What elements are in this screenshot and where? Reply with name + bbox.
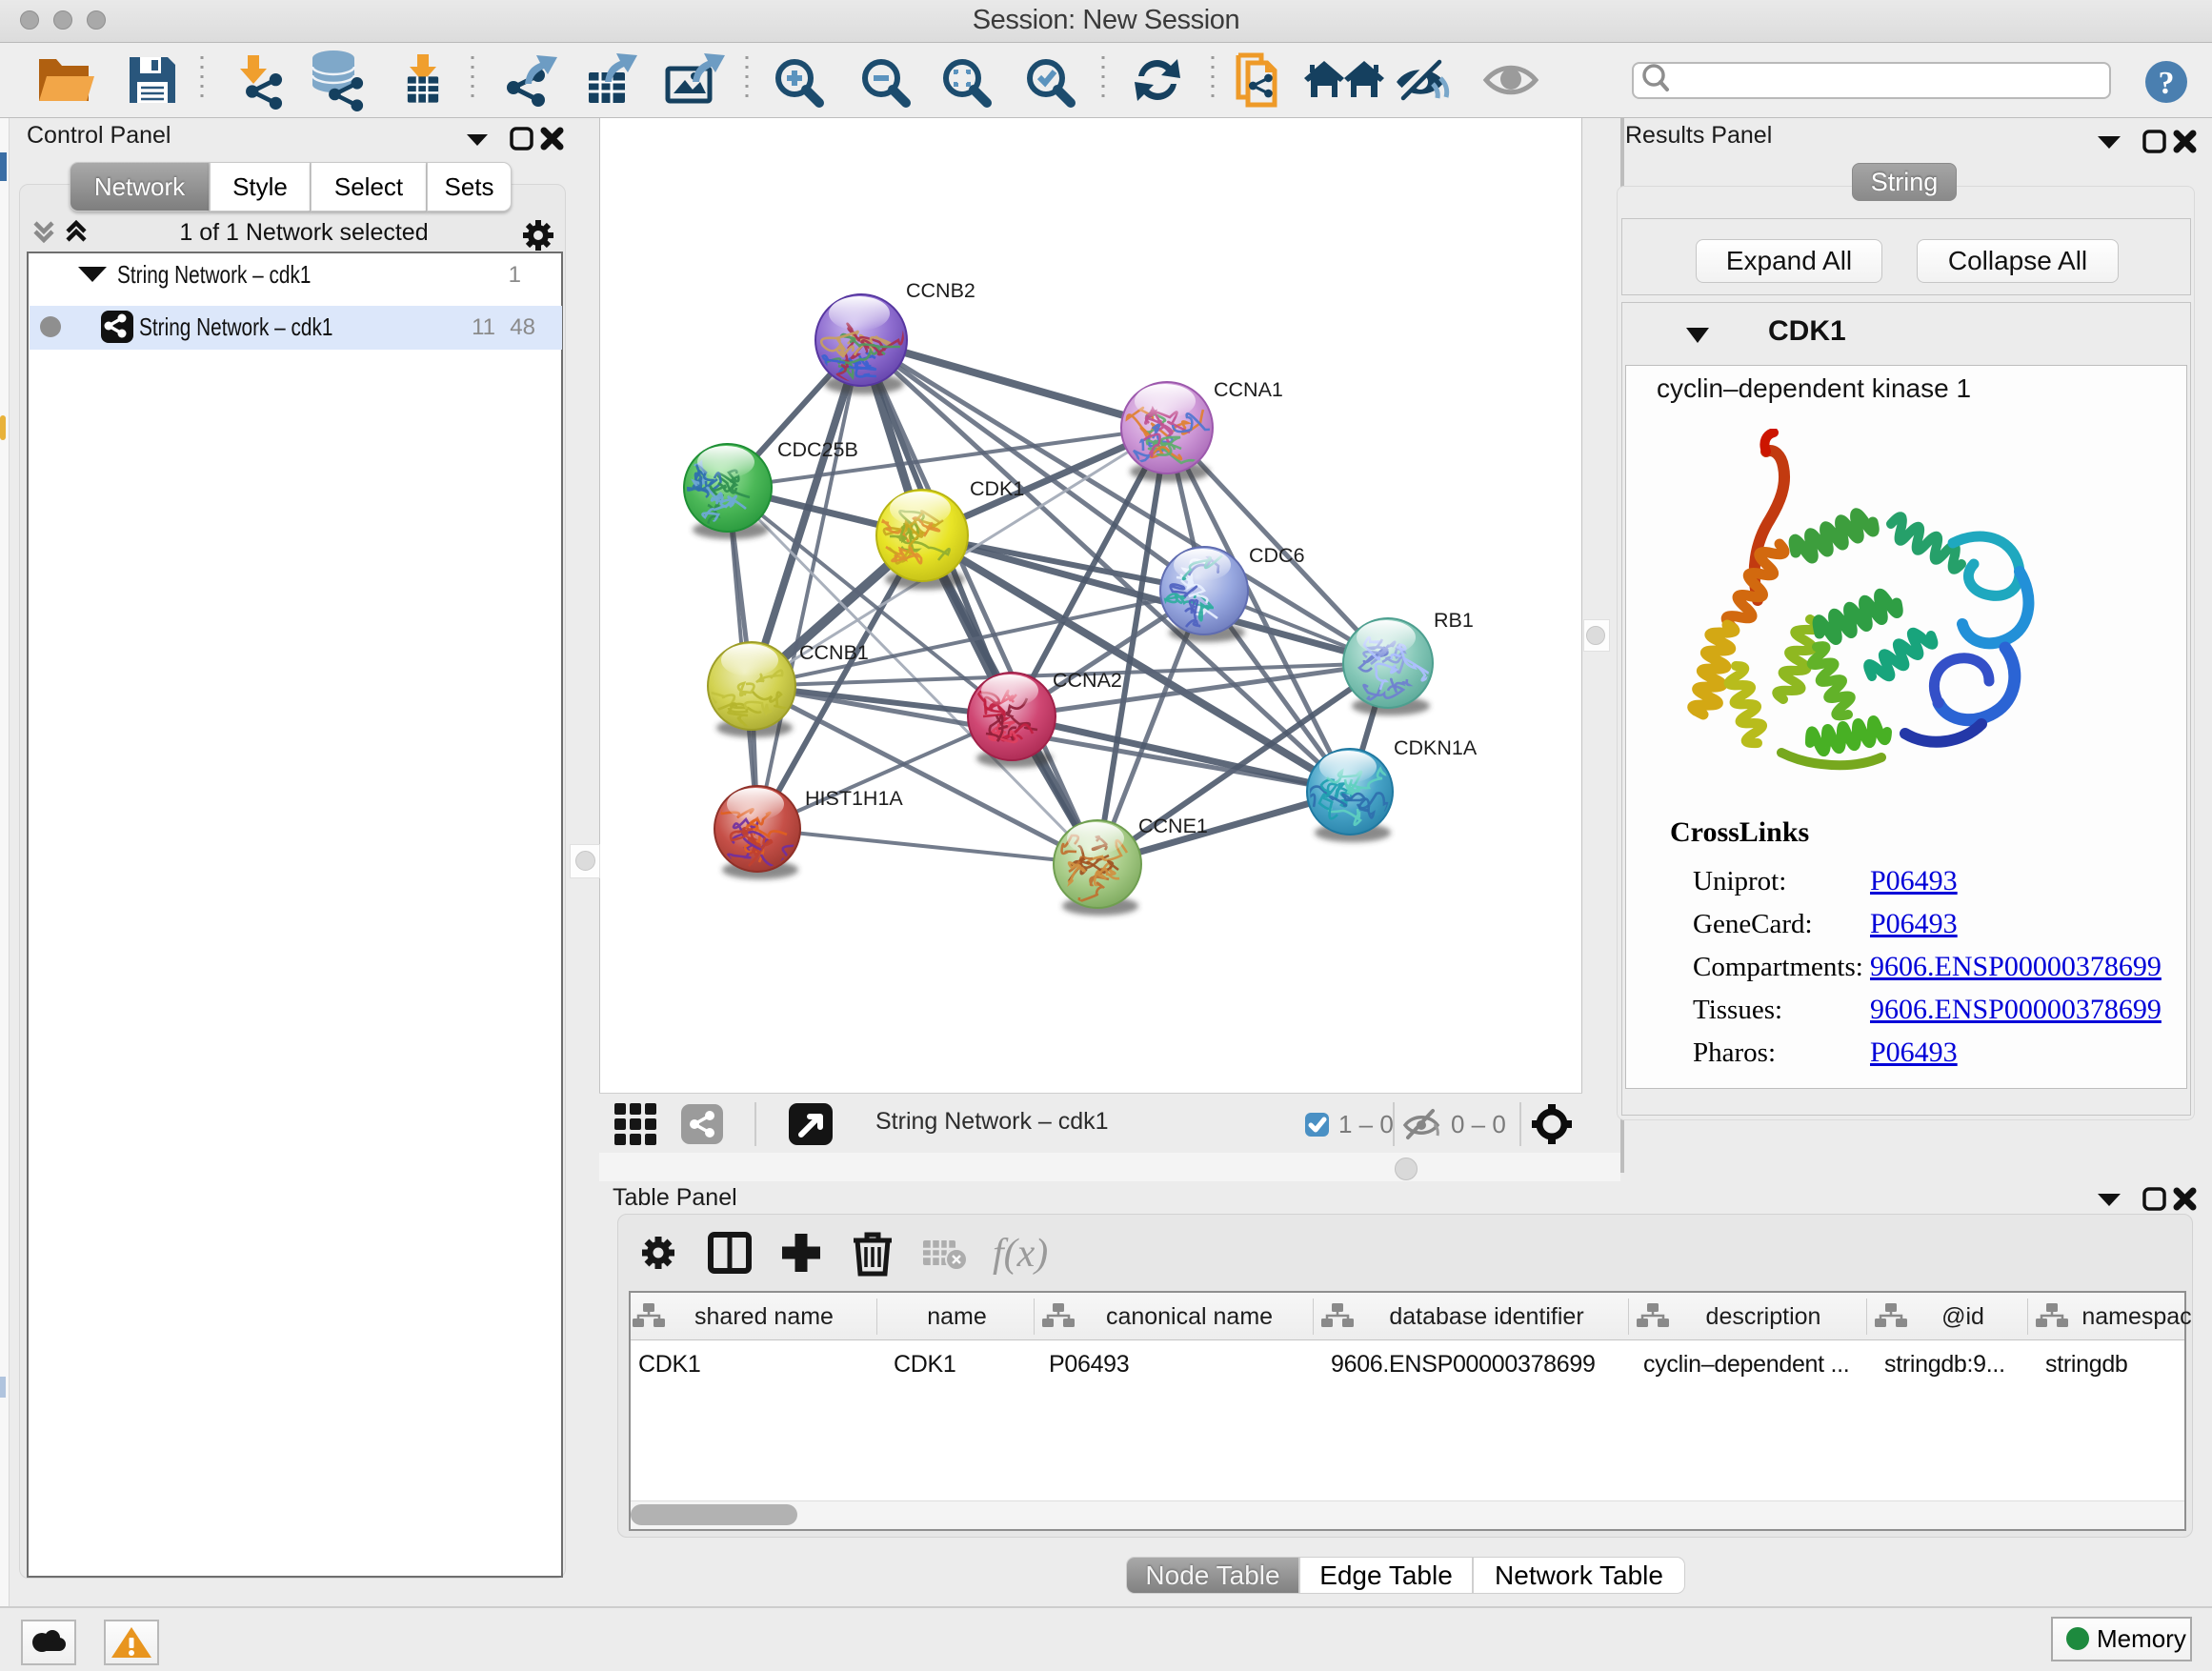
svg-text:0 – 0: 0 – 0 <box>1451 1110 1506 1138</box>
svg-text:Memory: Memory <box>2097 1624 2186 1653</box>
svg-text:CDKN1A: CDKN1A <box>1394 736 1478 759</box>
svg-text:CDK1: CDK1 <box>970 477 1024 500</box>
svg-text:HIST1H1A: HIST1H1A <box>805 787 903 810</box>
svg-text:CCNB1: CCNB1 <box>799 641 869 664</box>
svg-text:CCNB2: CCNB2 <box>906 279 975 302</box>
svg-text:RB1: RB1 <box>1434 609 1474 632</box>
svg-text:CCNE1: CCNE1 <box>1138 815 1208 837</box>
svg-text:CCNA1: CCNA1 <box>1214 378 1283 401</box>
svg-text:CCNA2: CCNA2 <box>1053 669 1122 692</box>
svg-text:CDC25B: CDC25B <box>777 438 858 461</box>
svg-text:f(x): f(x) <box>993 1232 1048 1276</box>
svg-text:1 – 0: 1 – 0 <box>1338 1110 1394 1138</box>
svg-text:CDC6: CDC6 <box>1249 544 1305 567</box>
svg-text:?: ? <box>2159 66 2175 101</box>
